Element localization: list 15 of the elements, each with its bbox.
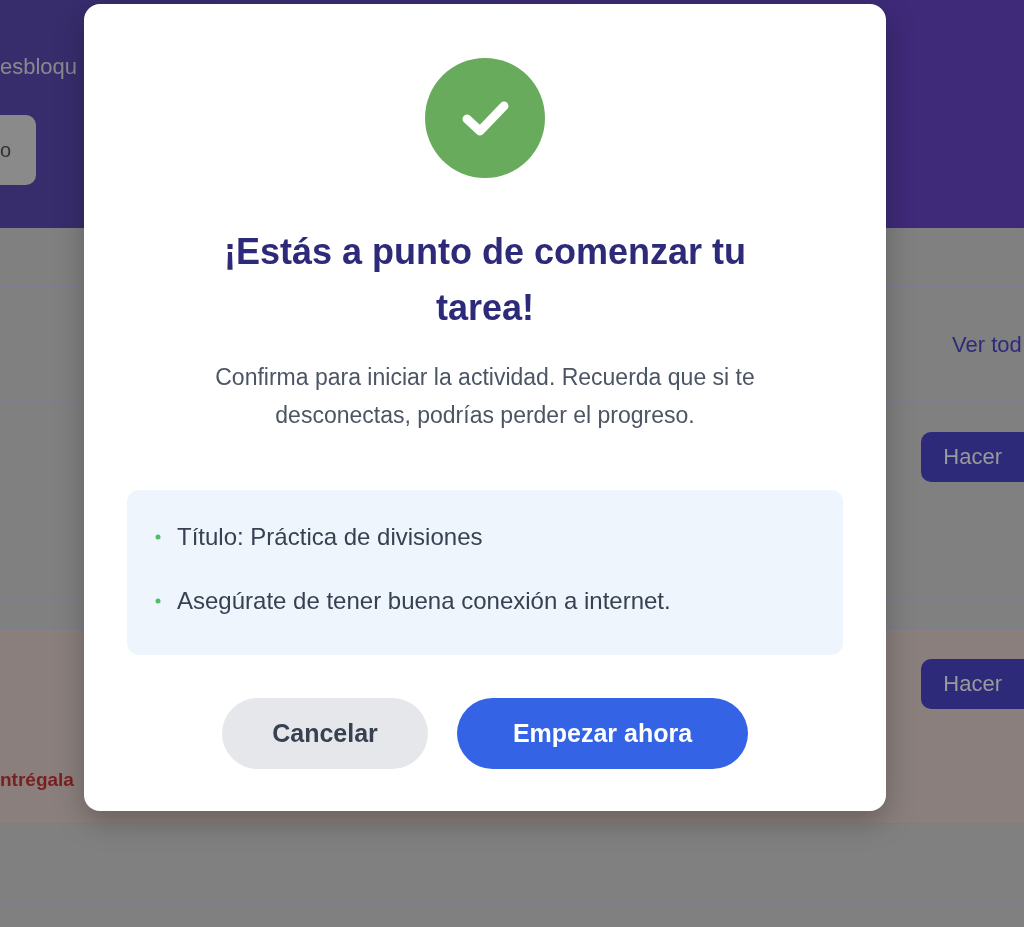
bullet-icon [155,598,161,604]
detail-text: Asegúrate de tener buena conexión a internet. [177,586,671,616]
dialog-message: Confirma para iniciar la actividad. Recuerda que si te desconectas, podrías perder el progreso. [214,363,756,430]
header-button[interactable]: o [0,115,36,185]
dialog-title: ¡Estás a punto de comenzar tu tarea! [222,230,748,330]
success-check-icon [425,58,545,178]
start-button[interactable]: Empezar ahora [457,698,748,769]
bullet-icon [155,534,161,540]
header-subtitle: esbloqu [0,53,79,81]
do-task-button[interactable]: Hacer [921,659,1024,709]
detail-text: Título: Práctica de divisiones [177,522,483,552]
due-note: ntrégala [0,769,74,791]
cancel-button[interactable]: Cancelar [222,698,428,769]
do-task-button[interactable]: Hacer [921,432,1024,482]
view-all-link[interactable]: Ver tod [952,331,1024,358]
